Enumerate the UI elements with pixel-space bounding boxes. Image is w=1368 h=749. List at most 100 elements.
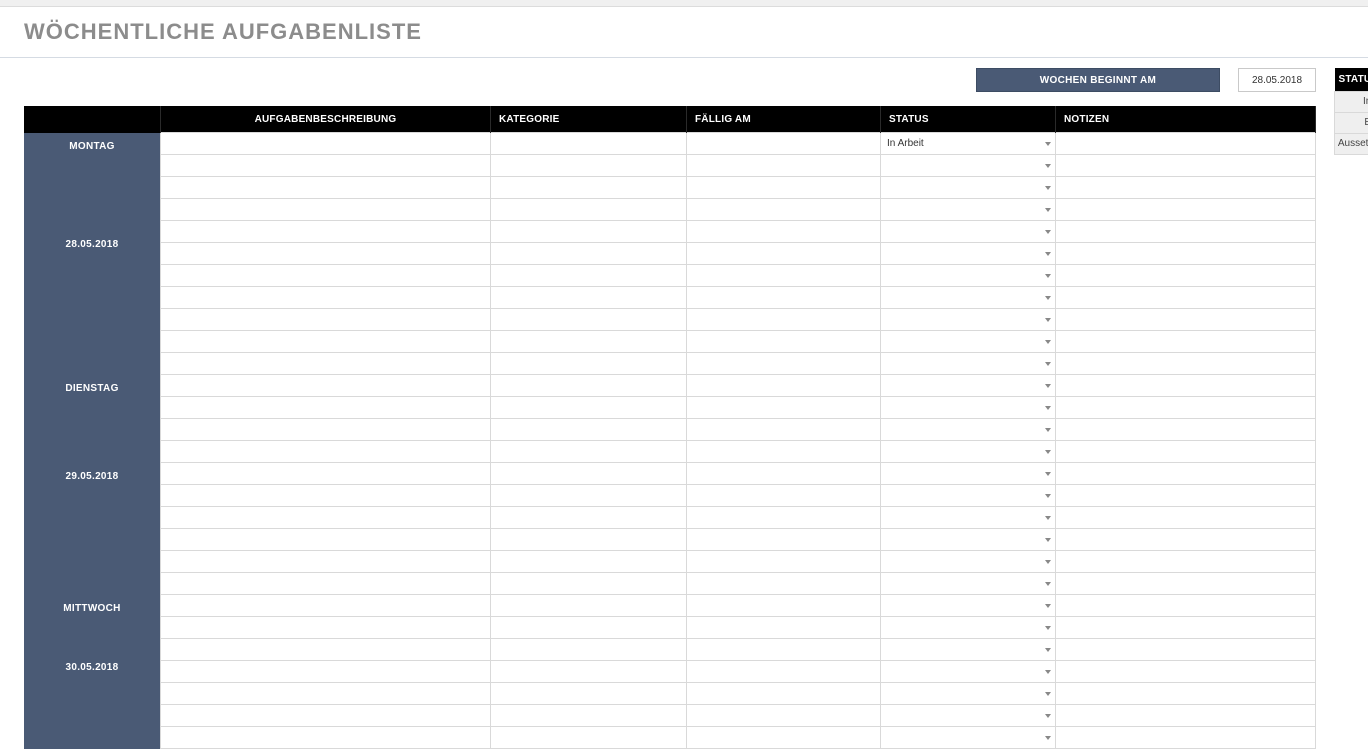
task-due-cell[interactable] — [687, 529, 881, 551]
task-description-cell[interactable] — [161, 375, 491, 397]
task-description-cell[interactable] — [161, 419, 491, 441]
task-status-dropdown[interactable] — [881, 221, 1056, 243]
task-status-dropdown[interactable] — [881, 507, 1056, 529]
task-status-dropdown[interactable] — [881, 551, 1056, 573]
task-due-cell[interactable] — [687, 155, 881, 177]
task-notes-cell[interactable] — [1056, 287, 1316, 309]
task-description-cell[interactable] — [161, 309, 491, 331]
task-status-dropdown[interactable] — [881, 595, 1056, 617]
task-category-cell[interactable] — [491, 551, 687, 573]
task-due-cell[interactable] — [687, 309, 881, 331]
task-due-cell[interactable] — [687, 353, 881, 375]
task-status-dropdown[interactable] — [881, 287, 1056, 309]
status-option[interactable]: Erledigt — [1335, 113, 1368, 134]
task-description-cell[interactable] — [161, 661, 491, 683]
task-due-cell[interactable] — [687, 199, 881, 221]
task-due-cell[interactable] — [687, 265, 881, 287]
task-status-dropdown[interactable] — [881, 419, 1056, 441]
task-category-cell[interactable] — [491, 177, 687, 199]
task-notes-cell[interactable] — [1056, 353, 1316, 375]
task-status-dropdown[interactable] — [881, 485, 1056, 507]
task-status-dropdown[interactable] — [881, 331, 1056, 353]
task-description-cell[interactable] — [161, 331, 491, 353]
task-category-cell[interactable] — [491, 639, 687, 661]
task-notes-cell[interactable] — [1056, 507, 1316, 529]
task-notes-cell[interactable] — [1056, 727, 1316, 749]
task-category-cell[interactable] — [491, 309, 687, 331]
status-option[interactable]: Aussetzen / Warten — [1335, 134, 1368, 155]
task-description-cell[interactable] — [161, 463, 491, 485]
task-category-cell[interactable] — [491, 529, 687, 551]
task-status-dropdown[interactable] — [881, 155, 1056, 177]
task-status-dropdown[interactable] — [881, 309, 1056, 331]
task-due-cell[interactable] — [687, 133, 881, 155]
task-due-cell[interactable] — [687, 441, 881, 463]
task-status-dropdown[interactable] — [881, 529, 1056, 551]
task-status-dropdown[interactable] — [881, 199, 1056, 221]
task-notes-cell[interactable] — [1056, 155, 1316, 177]
task-description-cell[interactable] — [161, 595, 491, 617]
task-description-cell[interactable] — [161, 199, 491, 221]
task-description-cell[interactable] — [161, 287, 491, 309]
task-notes-cell[interactable] — [1056, 705, 1316, 727]
task-notes-cell[interactable] — [1056, 397, 1316, 419]
task-due-cell[interactable] — [687, 397, 881, 419]
task-notes-cell[interactable] — [1056, 133, 1316, 155]
task-description-cell[interactable] — [161, 727, 491, 749]
task-category-cell[interactable] — [491, 705, 687, 727]
task-category-cell[interactable] — [491, 727, 687, 749]
task-category-cell[interactable] — [491, 617, 687, 639]
task-status-dropdown[interactable] — [881, 243, 1056, 265]
task-due-cell[interactable] — [687, 683, 881, 705]
task-due-cell[interactable] — [687, 331, 881, 353]
task-status-dropdown[interactable] — [881, 661, 1056, 683]
task-description-cell[interactable] — [161, 243, 491, 265]
task-status-dropdown[interactable]: In Arbeit — [881, 133, 1056, 155]
task-category-cell[interactable] — [491, 595, 687, 617]
task-notes-cell[interactable] — [1056, 485, 1316, 507]
task-category-cell[interactable] — [491, 221, 687, 243]
task-description-cell[interactable] — [161, 397, 491, 419]
task-due-cell[interactable] — [687, 287, 881, 309]
task-due-cell[interactable] — [687, 727, 881, 749]
task-category-cell[interactable] — [491, 155, 687, 177]
task-category-cell[interactable] — [491, 507, 687, 529]
task-notes-cell[interactable] — [1056, 639, 1316, 661]
task-category-cell[interactable] — [491, 133, 687, 155]
task-notes-cell[interactable] — [1056, 331, 1316, 353]
task-description-cell[interactable] — [161, 485, 491, 507]
task-category-cell[interactable] — [491, 353, 687, 375]
task-status-dropdown[interactable] — [881, 705, 1056, 727]
task-notes-cell[interactable] — [1056, 309, 1316, 331]
task-category-cell[interactable] — [491, 661, 687, 683]
task-category-cell[interactable] — [491, 441, 687, 463]
task-status-dropdown[interactable] — [881, 617, 1056, 639]
task-description-cell[interactable] — [161, 617, 491, 639]
task-status-dropdown[interactable] — [881, 639, 1056, 661]
task-due-cell[interactable] — [687, 551, 881, 573]
task-category-cell[interactable] — [491, 683, 687, 705]
status-option[interactable]: In Arbeit — [1335, 92, 1368, 113]
task-due-cell[interactable] — [687, 705, 881, 727]
task-notes-cell[interactable] — [1056, 177, 1316, 199]
task-notes-cell[interactable] — [1056, 551, 1316, 573]
task-category-cell[interactable] — [491, 265, 687, 287]
task-notes-cell[interactable] — [1056, 441, 1316, 463]
task-notes-cell[interactable] — [1056, 595, 1316, 617]
task-notes-cell[interactable] — [1056, 199, 1316, 221]
task-description-cell[interactable] — [161, 705, 491, 727]
task-notes-cell[interactable] — [1056, 529, 1316, 551]
task-description-cell[interactable] — [161, 177, 491, 199]
task-status-dropdown[interactable] — [881, 573, 1056, 595]
task-description-cell[interactable] — [161, 221, 491, 243]
task-status-dropdown[interactable] — [881, 375, 1056, 397]
task-category-cell[interactable] — [491, 463, 687, 485]
task-status-dropdown[interactable] — [881, 727, 1056, 749]
task-due-cell[interactable] — [687, 243, 881, 265]
task-due-cell[interactable] — [687, 375, 881, 397]
task-description-cell[interactable] — [161, 683, 491, 705]
task-due-cell[interactable] — [687, 661, 881, 683]
task-due-cell[interactable] — [687, 221, 881, 243]
task-notes-cell[interactable] — [1056, 617, 1316, 639]
task-description-cell[interactable] — [161, 353, 491, 375]
